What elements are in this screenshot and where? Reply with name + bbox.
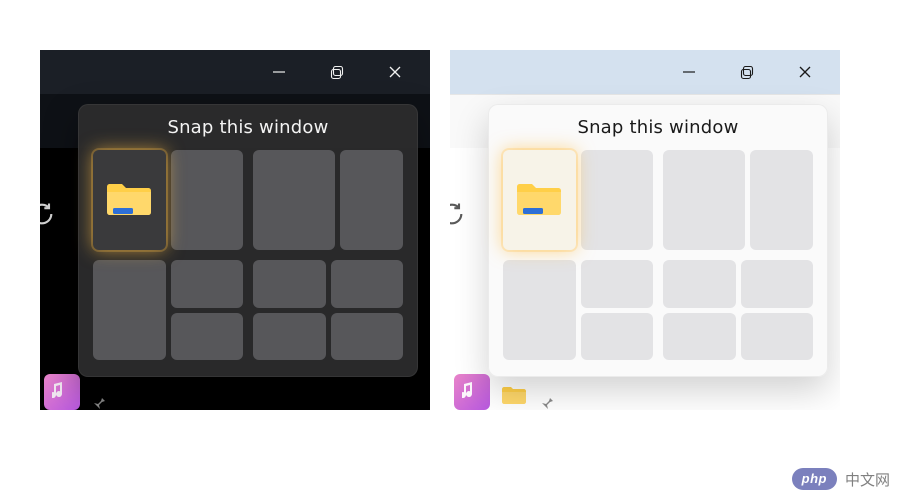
snap-zone[interactable]	[253, 260, 326, 308]
snap-layout-option-4[interactable]	[663, 260, 813, 360]
snap-zone[interactable]	[253, 150, 335, 250]
snap-zone-active[interactable]	[503, 150, 576, 250]
maximize-button[interactable]	[718, 50, 776, 94]
snap-layout-option-3[interactable]	[503, 260, 653, 360]
snap-layouts-flyout: Snap this window	[488, 104, 828, 377]
snap-zone[interactable]	[663, 313, 736, 361]
minimize-icon	[682, 65, 696, 79]
snap-layout-option-2[interactable]	[253, 150, 403, 250]
snap-zone[interactable]	[663, 260, 736, 308]
pin-icon	[90, 394, 106, 410]
snap-layout-option-2[interactable]	[663, 150, 813, 250]
snap-zone[interactable]	[750, 150, 813, 250]
explorer-taskbar-icon[interactable]	[500, 384, 528, 406]
snap-zone-active[interactable]	[93, 150, 166, 250]
close-button[interactable]	[366, 50, 424, 94]
snap-zone[interactable]	[503, 260, 576, 360]
light-variant: Snap this window	[450, 50, 840, 410]
snap-zone[interactable]	[171, 150, 244, 250]
snap-zone[interactable]	[171, 260, 244, 308]
snap-zone[interactable]	[581, 260, 654, 308]
snap-zone[interactable]	[93, 260, 166, 360]
pin-icon	[538, 394, 554, 410]
snap-zone[interactable]	[581, 150, 654, 250]
snap-zone[interactable]	[331, 313, 404, 361]
snap-zone[interactable]	[581, 313, 654, 361]
minimize-button[interactable]	[660, 50, 718, 94]
snap-flyout-title: Snap this window	[503, 117, 813, 138]
watermark-badge: php	[792, 468, 837, 490]
snap-zone[interactable]	[741, 260, 814, 308]
refresh-button[interactable]	[450, 200, 468, 230]
snap-flyout-title: Snap this window	[93, 117, 403, 138]
comparison-stage: Snap this window	[40, 50, 860, 430]
folder-icon	[104, 179, 154, 221]
snap-layouts-flyout: Snap this window	[78, 104, 418, 377]
maximize-restore-icon	[740, 65, 755, 80]
maximize-restore-icon	[330, 65, 345, 80]
music-app-icon[interactable]	[454, 374, 490, 410]
refresh-icon	[450, 200, 466, 228]
dark-variant: Snap this window	[40, 50, 430, 410]
title-bar	[40, 50, 430, 94]
snap-zone[interactable]	[340, 150, 403, 250]
minimize-icon	[272, 65, 286, 79]
snap-zone[interactable]	[171, 313, 244, 361]
maximize-button[interactable]	[308, 50, 366, 94]
snap-layout-option-1[interactable]	[93, 150, 243, 250]
close-button[interactable]	[776, 50, 834, 94]
close-icon	[388, 65, 402, 79]
minimize-button[interactable]	[250, 50, 308, 94]
snap-zone[interactable]	[741, 313, 814, 361]
folder-icon	[514, 179, 564, 221]
close-icon	[798, 65, 812, 79]
watermark-text: 中文网	[845, 469, 890, 490]
refresh-icon	[40, 200, 56, 228]
snap-zone[interactable]	[331, 260, 404, 308]
snap-layout-grid	[503, 150, 813, 360]
watermark: php 中文网	[792, 468, 890, 490]
snap-layout-option-3[interactable]	[93, 260, 243, 360]
snap-layout-option-1[interactable]	[503, 150, 653, 250]
snap-zone[interactable]	[253, 313, 326, 361]
snap-layout-option-4[interactable]	[253, 260, 403, 360]
title-bar	[450, 50, 840, 94]
music-app-icon[interactable]	[44, 374, 80, 410]
refresh-button[interactable]	[40, 200, 58, 230]
snap-zone[interactable]	[663, 150, 745, 250]
snap-layout-grid	[93, 150, 403, 360]
